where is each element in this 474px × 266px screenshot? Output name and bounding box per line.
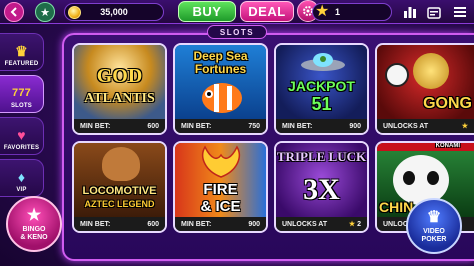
game-footer: MIN BET: 600	[74, 217, 165, 231]
back-button[interactable]	[4, 2, 24, 22]
level-number: 1	[335, 7, 341, 17]
coin-icon	[68, 6, 81, 19]
unlock-level-value: 2	[357, 221, 361, 228]
sidebar-item-favorites[interactable]: ♥ FAVORITES	[0, 117, 44, 155]
game-subtitle: Fortunes	[194, 62, 247, 76]
game-art: LOCOMOTIVE AZTEC LEGEND	[74, 143, 165, 219]
menu-button[interactable]	[452, 4, 468, 20]
clownfish-icon	[202, 83, 242, 113]
coin-balance[interactable]: 35,000	[64, 3, 164, 21]
crown-icon: ♛	[15, 43, 28, 59]
game-footer: MIN BET: 750	[175, 119, 266, 133]
sidebar-item-label: SLOTS	[10, 103, 32, 109]
game-tile-gong[interactable]: GONG UNLOCKS AT ★	[375, 43, 474, 135]
slots-777-icon: 777	[12, 87, 31, 99]
game-footer: MIN BET: 600	[74, 119, 165, 133]
game-subtitle: 51	[311, 94, 332, 114]
game-tile-triple-luck-3x[interactable]: TRIPLE LUCK 3X UNLOCKS AT ★ 2	[274, 141, 369, 233]
bar-chart-icon	[404, 7, 416, 18]
news-button[interactable]	[426, 4, 442, 20]
profile-button[interactable]: ★	[35, 2, 55, 22]
game-footer: MIN BET: 900	[276, 119, 367, 133]
bingo-label-line1: BINGO	[22, 225, 46, 233]
game-title: GONG	[423, 95, 472, 112]
video-poker-button[interactable]: ♛ VIDEO POKER	[406, 198, 462, 254]
bingo-keno-button[interactable]: ★ BINGO & KENO	[6, 196, 62, 252]
star-icon: ★	[348, 221, 356, 228]
video-label-line1: VIDEO	[423, 227, 445, 235]
panda-icon	[393, 155, 449, 205]
game-footer: UNLOCKS AT ★	[377, 119, 474, 133]
min-bet-label: MIN BET:	[181, 220, 212, 228]
game-subtitle: ATLANTIS	[84, 91, 155, 106]
game-title: FIRE	[203, 181, 238, 198]
game-title: LOCOMOTIVE	[82, 185, 157, 197]
unlock-level: ★ 2	[349, 220, 361, 228]
min-bet-label: MIN BET:	[181, 122, 212, 130]
buy-button[interactable]: BUY	[178, 1, 236, 22]
calendar-icon	[427, 6, 441, 19]
game-title: GOD	[96, 65, 143, 87]
bingo-label-line2: & KENO	[20, 233, 48, 241]
game-tile-deep-sea-fortunes[interactable]: Deep Sea Fortunes MIN BET: 750	[173, 43, 268, 135]
sidebar-item-slots[interactable]: 777 SLOTS	[0, 75, 44, 113]
panda-icon	[385, 63, 409, 87]
game-footer: MIN BET: 900	[175, 217, 266, 231]
deal-button[interactable]: DEAL	[240, 1, 294, 22]
game-tile-god-of-atlantis[interactable]: GOD ATLANTIS MIN BET: 600	[72, 43, 167, 135]
game-subtitle: & ICE	[200, 198, 241, 215]
sidebar-item-label: VIP	[16, 187, 27, 193]
game-art: Deep Sea Fortunes	[175, 45, 266, 121]
game-subtitle: 3X	[303, 173, 340, 206]
game-art: JACKPOT 51	[276, 45, 367, 121]
game-tile-jackpot-51[interactable]: JACKPOT 51 MIN BET: 900	[274, 43, 369, 135]
game-tile-locomotive-aztec-legend[interactable]: LOCOMOTIVE AZTEC LEGEND MIN BET: 600	[72, 141, 167, 233]
unlocks-at-label: UNLOCKS AT	[282, 220, 328, 228]
warrior-icon	[102, 147, 140, 181]
min-bet-label: MIN BET:	[80, 220, 111, 228]
sidebar-item-label: FEATURED	[4, 61, 39, 67]
star-badge-icon: ★	[40, 6, 50, 19]
min-bet-value: 750	[248, 122, 260, 130]
diamond-icon: ♦	[17, 169, 26, 185]
game-subtitle: AZTEC LEGEND	[84, 199, 155, 209]
game-art: GOD ATLANTIS	[74, 45, 165, 121]
ufo-icon	[301, 53, 345, 71]
star-icon: ★	[26, 206, 42, 224]
min-bet-label: MIN BET:	[80, 122, 111, 130]
panel-title: SLOTS	[207, 25, 267, 39]
min-bet-label: MIN BET:	[282, 122, 313, 130]
min-bet-value: 900	[248, 220, 260, 228]
phoenix-icon	[201, 145, 241, 178]
min-bet-value: 600	[147, 220, 159, 228]
star-icon: ★	[315, 3, 330, 20]
brand-label: KONAMI	[435, 143, 460, 149]
crown-icon: ♛	[426, 208, 442, 226]
coin-amount: 35,000	[100, 7, 128, 17]
unlocks-at-label: UNLOCKS AT	[383, 122, 429, 130]
min-bet-value: 900	[349, 122, 361, 130]
min-bet-value: 600	[147, 122, 159, 130]
game-footer: UNLOCKS AT ★ 2	[276, 217, 367, 231]
game-art: GONG	[377, 45, 474, 121]
level-bar[interactable]: ★ 1	[312, 3, 392, 21]
star-icon: ★	[461, 123, 468, 130]
video-label-line2: POKER	[421, 235, 447, 243]
game-title: TRIPLE LUCK	[276, 149, 367, 164]
heart-icon: ♥	[17, 127, 26, 143]
game-title: Deep Sea	[193, 49, 248, 63]
game-art: FIRE & ICE	[175, 143, 266, 219]
gong-icon	[413, 53, 449, 89]
top-bar: ★ 35,000 BUY DEAL ★ 1	[0, 0, 474, 24]
sidebar-item-vip[interactable]: ♦ VIP	[0, 159, 44, 197]
game-title: JACKPOT	[288, 78, 355, 94]
sidebar-item-label: FAVORITES	[3, 145, 40, 151]
game-art: TRIPLE LUCK 3X	[276, 143, 367, 219]
arrow-left-icon	[10, 7, 17, 17]
game-tile-fire-and-ice[interactable]: FIRE & ICE MIN BET: 900	[173, 141, 268, 233]
sidebar-item-featured[interactable]: ♛ FEATURED	[0, 33, 44, 71]
hamburger-menu-icon	[454, 7, 466, 17]
leaderboard-button[interactable]	[402, 4, 418, 20]
